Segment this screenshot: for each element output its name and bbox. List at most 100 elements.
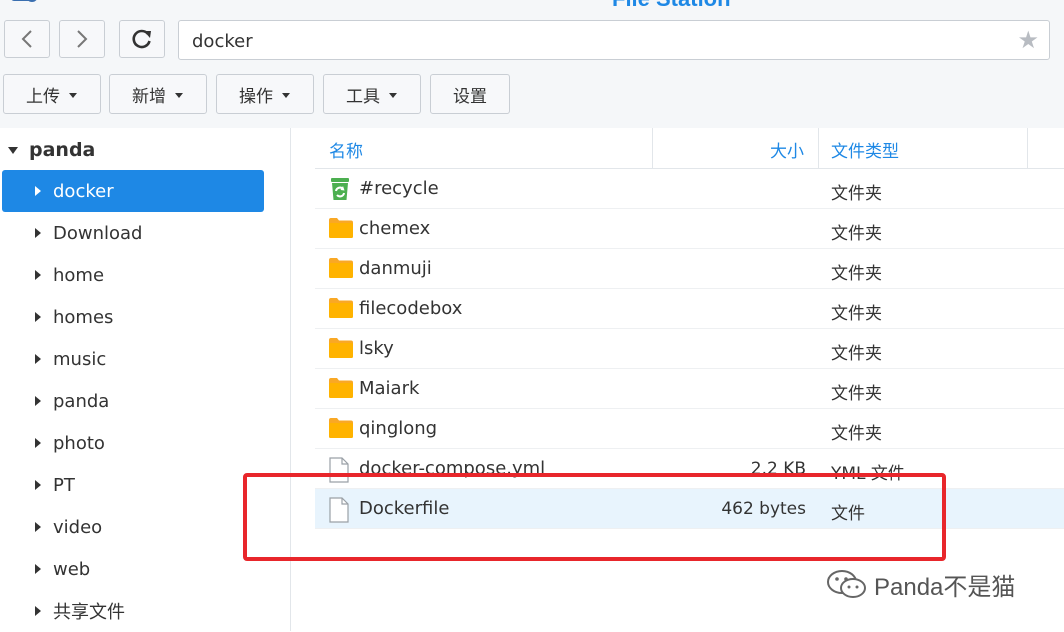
- file-type: 文件夹: [831, 384, 882, 404]
- action-label: 操作: [239, 86, 273, 107]
- column-divider[interactable]: [1027, 128, 1028, 168]
- path-text: docker: [192, 31, 253, 52]
- expand-right-icon[interactable]: [35, 312, 41, 322]
- column-header-name[interactable]: 名称: [329, 137, 363, 162]
- file-name: qinglong: [359, 418, 438, 439]
- expand-right-icon[interactable]: [35, 228, 41, 238]
- expand-right-icon[interactable]: [35, 522, 41, 532]
- path-input[interactable]: docker ★: [178, 20, 1050, 60]
- tree-item-download[interactable]: Download: [2, 212, 264, 254]
- table-row[interactable]: lsky 文件夹: [315, 329, 1064, 369]
- file-type: 文件夹: [831, 224, 882, 244]
- column-divider[interactable]: [818, 128, 819, 168]
- tree-item-home[interactable]: home: [2, 254, 264, 296]
- caret-down-icon: [175, 92, 183, 98]
- app-logo-icon: [10, 0, 40, 10]
- tree-item-label: music: [53, 348, 107, 370]
- tree-item-label: Download: [53, 222, 143, 244]
- expand-right-icon[interactable]: [35, 396, 41, 406]
- table-row[interactable]: #recycle 文件夹: [315, 169, 1064, 209]
- tree-item-pt[interactable]: PT: [2, 464, 264, 506]
- table-row[interactable]: filecodebox 文件夹: [315, 289, 1064, 329]
- favorite-star-icon[interactable]: ★: [1017, 28, 1039, 52]
- table-row[interactable]: Maiark 文件夹: [315, 369, 1064, 409]
- app-title: File Station: [612, 0, 731, 12]
- tree-item-web[interactable]: web: [2, 548, 264, 590]
- file-type: 文件夹: [831, 344, 882, 364]
- action-button[interactable]: 操作: [216, 74, 314, 114]
- column-header-row: 名称 大小 文件类型: [315, 128, 1064, 169]
- column-header-type[interactable]: 文件类型: [831, 137, 899, 162]
- file-type: 文件夹: [831, 424, 882, 444]
- file-type: 文件夹: [831, 304, 882, 324]
- column-divider[interactable]: [652, 128, 653, 168]
- table-row[interactable]: chemex 文件夹: [315, 209, 1064, 249]
- upload-label: 上传: [26, 86, 60, 107]
- expand-right-icon[interactable]: [35, 186, 41, 196]
- create-label: 新增: [132, 86, 166, 107]
- tree-item-label: 共享文件: [53, 602, 125, 623]
- tree-item-video[interactable]: video: [2, 506, 264, 548]
- tree-item-label: web: [53, 558, 91, 580]
- tree-item-music[interactable]: music: [2, 338, 264, 380]
- tree-item-label: video: [53, 516, 103, 538]
- caret-down-icon: [282, 92, 290, 98]
- annotation-highlight-box: [243, 473, 946, 561]
- folder-icon: [328, 297, 353, 321]
- tree-item-label: homes: [53, 306, 114, 328]
- tree-item-label: docker: [53, 180, 114, 202]
- folder-icon: [328, 257, 353, 281]
- upload-button[interactable]: 上传: [3, 74, 101, 114]
- watermark: Panda不是猫: [826, 567, 1015, 602]
- file-name: #recycle: [359, 178, 439, 199]
- expand-right-icon[interactable]: [35, 354, 41, 364]
- expand-down-icon[interactable]: [8, 146, 18, 154]
- top-toolbar-area: File Station docker ★ 上传 新增 操作 工具 设置: [0, 0, 1064, 128]
- expand-right-icon[interactable]: [35, 606, 41, 616]
- file-name: chemex: [359, 218, 431, 239]
- tools-button[interactable]: 工具: [323, 74, 421, 114]
- folder-icon: [328, 417, 353, 441]
- wechat-icon: [827, 569, 866, 598]
- column-header-size[interactable]: 大小: [770, 137, 804, 162]
- file-name: filecodebox: [359, 298, 463, 319]
- watermark-text: Panda不是猫: [874, 574, 1016, 601]
- file-name: danmuji: [359, 258, 432, 279]
- tree-item-panda[interactable]: panda: [2, 380, 264, 422]
- refresh-button[interactable]: [119, 20, 165, 58]
- caret-down-icon: [389, 92, 397, 98]
- file-name: lsky: [359, 338, 394, 359]
- file-type: 文件夹: [831, 184, 882, 204]
- folder-icon: [328, 217, 353, 241]
- settings-button[interactable]: 设置: [430, 74, 510, 114]
- tree-item-photo[interactable]: photo: [2, 422, 264, 464]
- chevron-right-icon: [77, 30, 88, 48]
- expand-right-icon[interactable]: [35, 438, 41, 448]
- tree-root-label: panda: [29, 139, 96, 161]
- tree-item-shared-files[interactable]: 共享文件: [2, 590, 264, 632]
- create-button[interactable]: 新增: [109, 74, 207, 114]
- folder-icon: [328, 377, 353, 401]
- tree-item-homes[interactable]: homes: [2, 296, 264, 338]
- tools-label: 工具: [346, 86, 380, 107]
- tree-item-label: PT: [53, 474, 75, 496]
- chevron-left-icon: [21, 30, 32, 48]
- tree-root-panda[interactable]: panda: [8, 138, 95, 162]
- recycle-bin-icon: [328, 177, 352, 201]
- table-row[interactable]: qinglong 文件夹: [315, 409, 1064, 449]
- tree-item-docker[interactable]: docker: [2, 170, 264, 212]
- tree-item-label: home: [53, 264, 105, 286]
- expand-right-icon[interactable]: [35, 480, 41, 490]
- caret-down-icon: [69, 92, 77, 98]
- forward-button[interactable]: [59, 20, 105, 58]
- table-row[interactable]: danmuji 文件夹: [315, 249, 1064, 289]
- expand-right-icon[interactable]: [35, 270, 41, 280]
- settings-label: 设置: [453, 86, 487, 107]
- tree-item-label: panda: [53, 390, 110, 412]
- folder-icon: [328, 337, 353, 361]
- refresh-icon: [132, 29, 151, 49]
- file-type: 文件夹: [831, 264, 882, 284]
- tree-item-label: photo: [53, 432, 105, 454]
- expand-right-icon[interactable]: [35, 564, 41, 574]
- back-button[interactable]: [4, 20, 50, 58]
